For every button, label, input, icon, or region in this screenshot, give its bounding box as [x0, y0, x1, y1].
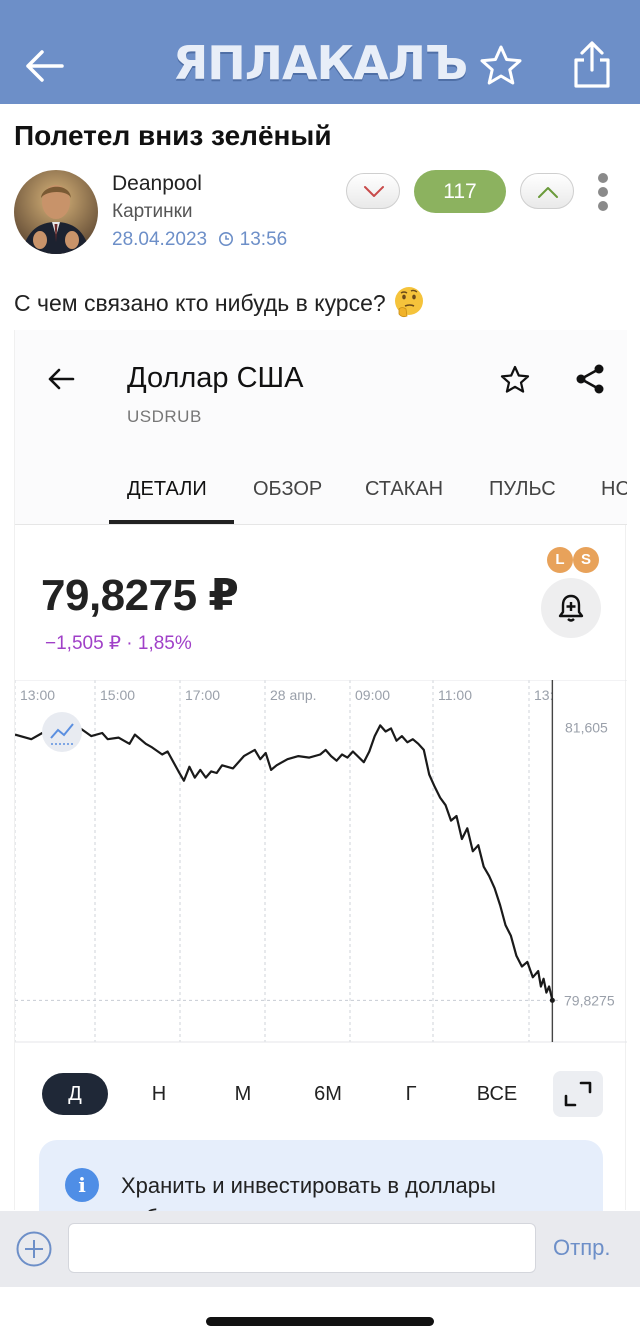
author-name[interactable]: Deanpool: [112, 172, 202, 196]
post-category[interactable]: Картинки: [112, 201, 193, 223]
tab-more: НС: [601, 478, 627, 500]
instrument-ticker: USDRUB: [127, 407, 202, 426]
post-date: 28.04.2023: [112, 229, 208, 250]
clock-icon: [219, 232, 234, 246]
post-body: С чем связано кто нибудь в курсе?: [14, 290, 386, 316]
avatar[interactable]: [14, 170, 98, 254]
short-badge: S: [573, 547, 599, 573]
comment-compose-bar: Отпр.: [0, 1211, 640, 1287]
more-options-icon[interactable]: [594, 171, 612, 213]
tabs-divider: [15, 524, 627, 525]
home-indicator: [206, 1317, 434, 1326]
price-alert-button: [541, 578, 601, 638]
price-change: −1,505 ₽ · 1,85%: [45, 633, 192, 654]
period-6-months: 6М: [314, 1083, 342, 1105]
x-tick-label: 13:00: [20, 687, 55, 703]
price-series-line: [15, 724, 554, 1001]
price-chart: 13:00 15:00 17:00 28 апр. 09:00 11:00 13: 81,60…: [15, 680, 627, 1043]
share-icon: [576, 364, 604, 394]
period-day: Д: [42, 1073, 108, 1115]
expand-icon: [564, 1081, 592, 1107]
rating-badge: 117: [414, 170, 506, 213]
post-text: С чем связано кто нибудь в курсе?: [14, 285, 426, 319]
chevron-up-icon: [538, 187, 558, 198]
site-logo[interactable]: ЯПЛАКАЛЪ: [0, 36, 640, 90]
share-icon[interactable]: [570, 40, 614, 90]
info-icon: i: [65, 1168, 99, 1202]
star-icon[interactable]: [478, 44, 524, 88]
period-week: Н: [151, 1083, 167, 1105]
embedded-screenshot[interactable]: Доллар США USDRUB ДЕТАЛИ ОБЗОР СТАКАН ПУ…: [14, 330, 627, 1250]
comment-input[interactable]: [68, 1223, 536, 1273]
period-month: М: [234, 1083, 252, 1105]
tab-overview: ОБЗОР: [253, 478, 323, 500]
last-price-point: [549, 997, 555, 1003]
post-title[interactable]: Полетел вниз зелёный: [14, 120, 332, 152]
fullscreen-button: [553, 1071, 603, 1117]
send-button[interactable]: Отпр.: [553, 1235, 610, 1261]
x-tick-label: 13:: [534, 687, 553, 703]
x-tick-label: 15:00: [100, 687, 135, 703]
y-axis-label: 81,605: [565, 720, 608, 736]
back-arrow-icon: [48, 368, 75, 390]
bell-plus-icon: [558, 594, 584, 622]
instrument-tabs: ДЕТАЛИ ОБЗОР СТАКАН ПУЛЬС НС: [15, 470, 627, 525]
vote-down-button[interactable]: [346, 173, 400, 209]
period-selector: Д Н М 6М Г ВСЕ: [15, 1065, 627, 1120]
post-datetime: 28.04.2023 13:56: [112, 229, 287, 251]
indicator-chip: [42, 712, 82, 752]
x-tick-label: 17:00: [185, 687, 220, 703]
vote-up-button[interactable]: [520, 173, 574, 209]
instrument-title: Доллар США: [127, 362, 304, 394]
thinking-face-emoji: [394, 287, 423, 318]
x-tick-label: 11:00: [438, 687, 472, 703]
period-year: Г: [405, 1083, 417, 1105]
y-axis-label: 79,8275: [564, 992, 615, 1008]
x-tick-label: 28 апр.: [270, 687, 317, 703]
tab-order-book: СТАКАН: [365, 478, 444, 500]
add-attachment-icon[interactable]: [15, 1230, 53, 1268]
app-bar: ЯПЛАКАЛЪ: [0, 0, 640, 104]
star-icon: [500, 365, 530, 393]
long-badge: L: [547, 547, 573, 573]
x-tick-label: 09:00: [355, 687, 390, 703]
tab-details: ДЕТАЛИ: [127, 478, 207, 500]
post-time: 13:56: [239, 229, 288, 250]
chevron-down-icon: [364, 186, 384, 197]
period-all: ВСЕ: [476, 1083, 518, 1105]
tab-pulse: ПУЛЬС: [489, 478, 556, 500]
current-price: 79,8275 ₽: [41, 571, 239, 620]
